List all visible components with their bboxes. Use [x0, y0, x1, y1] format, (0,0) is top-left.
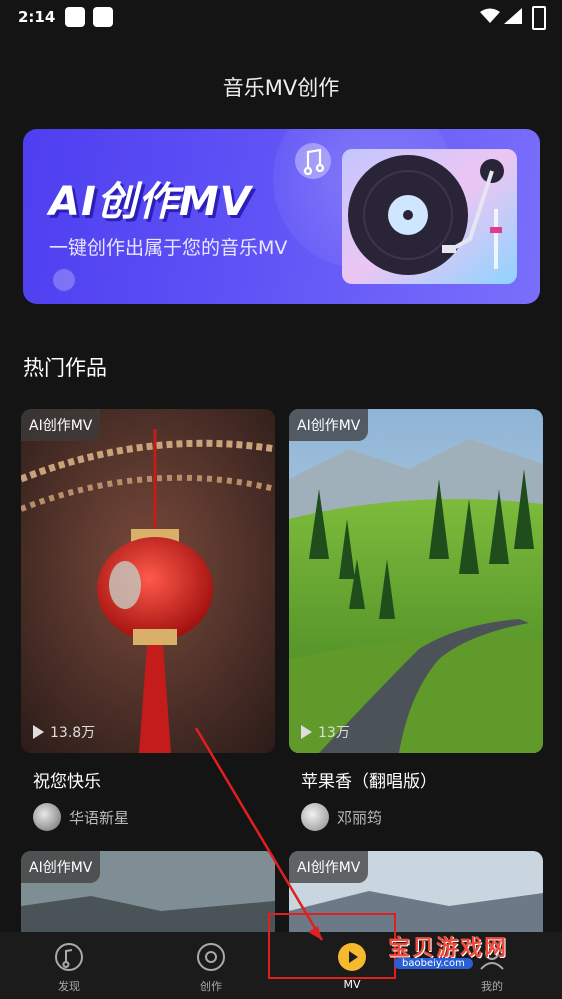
watermark-url: baobeiy.com — [394, 958, 473, 969]
watermark-logo: 宝贝游戏网 baobeiy.com — [388, 926, 538, 978]
tutorial-arrow — [194, 727, 324, 941]
highlight-box — [268, 913, 396, 979]
